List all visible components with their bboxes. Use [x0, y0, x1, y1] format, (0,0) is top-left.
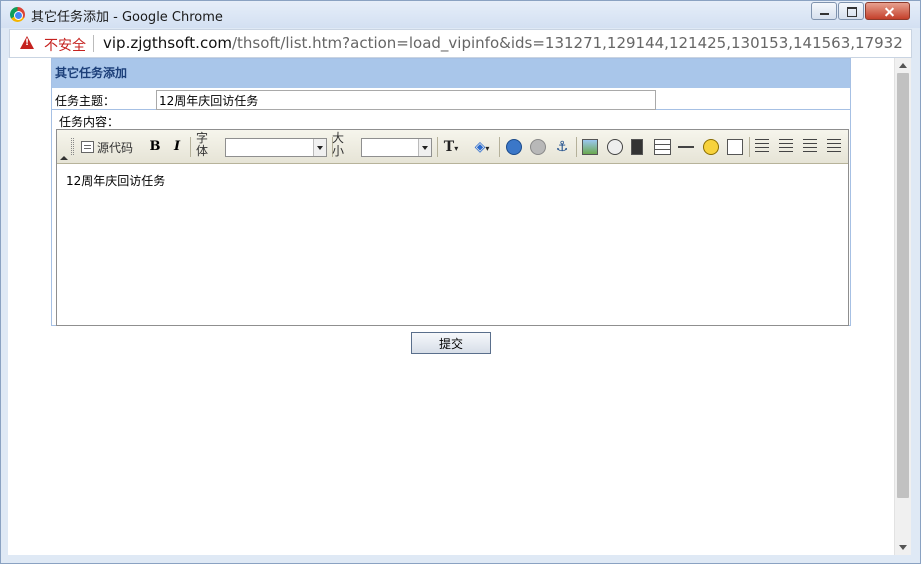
emoticon-icon[interactable] — [703, 139, 719, 155]
font-label: 字体 — [196, 131, 209, 158]
submit-button[interactable]: 提交 — [411, 332, 491, 354]
align-center-icon[interactable] — [779, 139, 793, 155]
page-viewport: 其它任务添加 任务主题： 任务内容： 源代码 B I 字体 — [8, 58, 894, 555]
toolbar-grip — [71, 138, 74, 155]
font-family-select[interactable] — [225, 138, 327, 157]
scroll-down-icon[interactable] — [899, 545, 907, 550]
maximize-button[interactable] — [838, 2, 864, 20]
url-host: vip.zjgthsoft.com — [103, 34, 232, 52]
address-bar[interactable]: 不安全 vip.zjgthsoft.com/thsoft/list.htm?ac… — [9, 29, 912, 58]
remove-link-icon[interactable] — [530, 139, 546, 155]
align-right-icon[interactable] — [803, 139, 817, 155]
insert-image-icon[interactable] — [582, 139, 598, 155]
toolbar-separator — [749, 137, 750, 157]
horizontal-rule-icon[interactable] — [678, 146, 694, 148]
text-color-icon[interactable]: T▾ — [439, 139, 463, 155]
subject-row: 任务主题： — [52, 88, 850, 110]
insert-flash-icon[interactable] — [607, 139, 623, 155]
preview-icon[interactable] — [727, 139, 743, 155]
source-code-icon — [81, 141, 94, 153]
url-path: /thsoft/list.htm?action=load_vipinfo&ids… — [231, 34, 903, 52]
toolbar-separator — [576, 137, 577, 157]
warning-icon[interactable] — [20, 36, 34, 49]
scrollbar-thumb[interactable] — [897, 73, 909, 498]
vertical-scrollbar[interactable] — [894, 58, 911, 555]
italic-button[interactable]: I — [169, 137, 185, 157]
size-label: 大小 — [332, 131, 345, 158]
chevron-down-icon[interactable] — [418, 139, 431, 156]
insert-table-icon[interactable] — [654, 139, 671, 155]
minimize-button[interactable] — [811, 2, 837, 20]
window-title: 其它任务添加 - Google Chrome — [31, 10, 223, 25]
font-size-select[interactable] — [361, 138, 432, 157]
content-label: 任务内容： — [59, 115, 120, 129]
chrome-icon — [10, 7, 25, 22]
toolbar-separator — [499, 137, 500, 157]
editor-content-area[interactable]: 12周年庆回访任务 — [57, 164, 848, 325]
insert-media-icon[interactable] — [631, 139, 643, 155]
bold-button[interactable]: B — [147, 137, 163, 157]
anchor-icon[interactable]: ⚓ — [554, 139, 570, 155]
task-form-panel: 其它任务添加 任务主题： 任务内容： 源代码 B I 字体 — [51, 58, 851, 326]
chevron-down-icon[interactable] — [313, 139, 326, 156]
toolbar-separator — [190, 137, 191, 157]
address-separator — [93, 35, 94, 52]
rich-text-editor: 源代码 B I 字体 大小 T▾ ◈▾ ⚓ 12周年庆回访任务 — [56, 129, 849, 326]
url-text[interactable]: vip.zjgthsoft.com/thsoft/list.htm?action… — [103, 34, 903, 52]
editor-toolbar: 源代码 B I 字体 大小 T▾ ◈▾ ⚓ — [57, 130, 848, 164]
close-button[interactable] — [865, 2, 910, 20]
align-justify-icon[interactable] — [827, 139, 841, 155]
insert-link-icon[interactable] — [506, 139, 522, 155]
subject-input[interactable] — [156, 90, 656, 110]
collapse-toolbar-icon[interactable] — [60, 156, 68, 160]
scroll-up-icon[interactable] — [899, 63, 907, 68]
source-code-label: 源代码 — [97, 140, 134, 155]
align-left-icon[interactable] — [755, 139, 769, 155]
subject-label: 任务主题： — [55, 94, 116, 108]
panel-header: 其它任务添加 — [52, 59, 850, 88]
toolbar-separator — [437, 137, 438, 157]
background-color-icon[interactable]: ◈▾ — [469, 139, 495, 155]
title-bar[interactable]: 其它任务添加 - Google Chrome — [1, 1, 920, 28]
security-label[interactable]: 不安全 — [44, 35, 86, 55]
source-code-button[interactable]: 源代码 — [81, 137, 137, 157]
